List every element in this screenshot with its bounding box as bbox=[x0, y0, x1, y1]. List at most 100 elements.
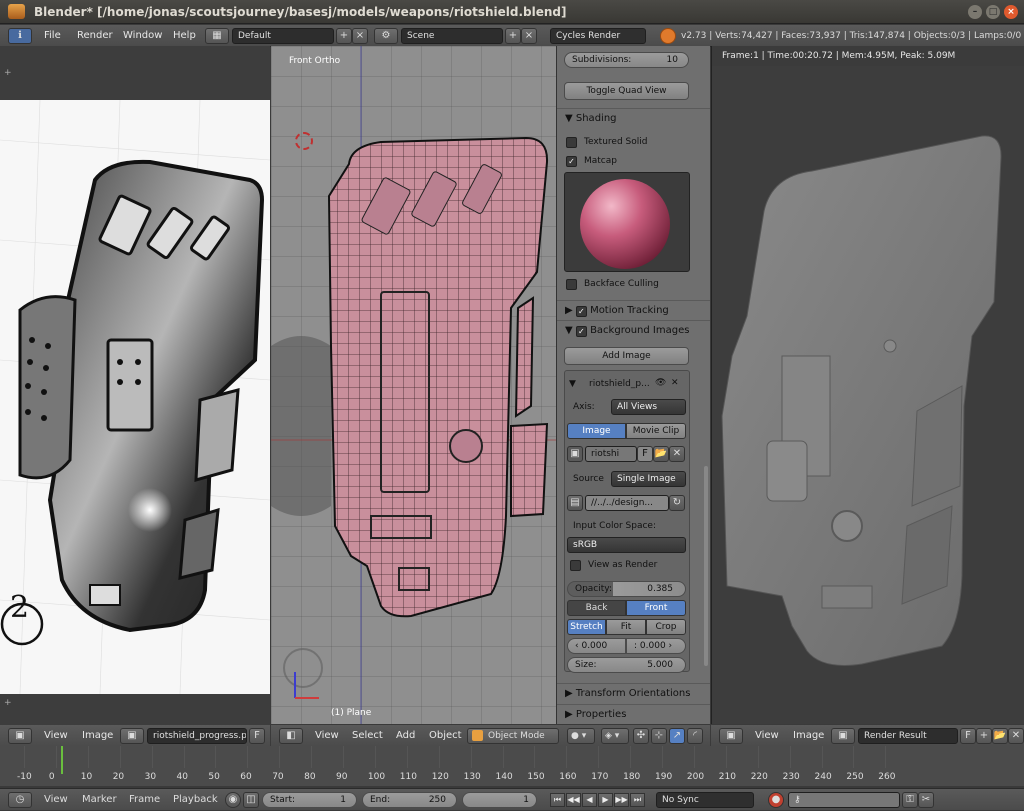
unlink-image-icon[interactable]: ✕ bbox=[1008, 728, 1024, 744]
mode-selector[interactable]: Object Mode bbox=[467, 728, 559, 744]
background-images-panel-header[interactable]: ▼ ✓ Background Images bbox=[557, 320, 710, 340]
motion-tracking-panel-header[interactable]: ▶ ✓ Motion Tracking bbox=[557, 300, 710, 320]
editor-type-icon[interactable]: ▣ bbox=[719, 728, 743, 744]
menu-frame[interactable]: Frame bbox=[129, 789, 160, 811]
menu-view[interactable]: View bbox=[315, 725, 339, 747]
keying-set-field[interactable]: ⚷ bbox=[788, 792, 900, 808]
menu-view[interactable]: View bbox=[755, 725, 779, 747]
add-layout-icon[interactable]: + bbox=[336, 28, 352, 44]
new-image-icon[interactable]: + bbox=[976, 728, 992, 744]
current-frame-indicator[interactable] bbox=[61, 746, 63, 774]
editor-type-icon[interactable]: ◷ bbox=[8, 792, 32, 808]
offset-y-field[interactable]: : 0.000 › bbox=[626, 638, 686, 654]
transform-axis-icon[interactable]: ⊹ bbox=[651, 728, 667, 744]
menu-select[interactable]: Select bbox=[352, 725, 383, 747]
textured-solid-checkbox[interactable] bbox=[566, 137, 577, 148]
back-button[interactable]: Back bbox=[567, 600, 626, 616]
jump-start-icon[interactable]: ⏮ bbox=[550, 793, 565, 807]
maximize-button[interactable]: □ bbox=[986, 5, 1000, 19]
image-name-field[interactable]: riotshield_progress.png bbox=[147, 728, 247, 744]
opacity-slider[interactable]: Opacity: 0.385 bbox=[567, 581, 686, 597]
shading-panel-header[interactable]: ▼ Shading bbox=[557, 108, 710, 128]
remove-scene-icon[interactable]: × bbox=[521, 28, 537, 44]
matcap-preview[interactable] bbox=[564, 172, 690, 272]
render-result-editor[interactable]: Frame:1 | Time:00:20.72 | Mem:4.95M, Pea… bbox=[711, 46, 1024, 724]
region-plus-icon[interactable]: + bbox=[4, 698, 12, 708]
menu-playback[interactable]: Playback bbox=[173, 789, 218, 811]
pivot-icon[interactable]: ◈ ▾ bbox=[601, 728, 629, 744]
fit-button[interactable]: Fit bbox=[606, 619, 646, 635]
fake-user-toggle[interactable]: F bbox=[637, 446, 653, 462]
image-browse-icon[interactable]: ▣ bbox=[120, 728, 144, 744]
render-result-field[interactable]: Render Result bbox=[858, 728, 958, 744]
background-images-checkbox[interactable]: ✓ bbox=[575, 326, 587, 337]
render-engine-selector[interactable]: Cycles Render bbox=[550, 28, 646, 44]
next-keyframe-icon[interactable]: ▶▶ bbox=[614, 793, 629, 807]
open-folder-icon[interactable]: 📂 bbox=[653, 446, 669, 462]
transform-orientations-panel-header[interactable]: ▶ Transform Orientations bbox=[557, 683, 710, 703]
add-image-button[interactable]: Add Image bbox=[564, 347, 689, 365]
remove-layout-icon[interactable]: × bbox=[352, 28, 368, 44]
shield-mesh[interactable] bbox=[271, 46, 556, 724]
3d-viewport[interactable]: Front Ortho (1) Plane bbox=[271, 46, 556, 724]
menu-image[interactable]: Image bbox=[82, 725, 113, 747]
subdivisions-field[interactable]: Subdivisions: 10 bbox=[564, 52, 689, 68]
shading-mode-icon[interactable]: ● ▾ bbox=[567, 728, 595, 744]
file-browse-icon[interactable]: ↻ bbox=[669, 495, 685, 511]
open-image-icon[interactable]: 📂 bbox=[992, 728, 1008, 744]
editor-type-icon[interactable]: ▣ bbox=[8, 728, 32, 744]
menu-marker[interactable]: Marker bbox=[82, 789, 117, 811]
menu-file[interactable]: File bbox=[44, 25, 61, 47]
rotate-icon[interactable]: ◜ bbox=[687, 728, 703, 744]
expand-icon[interactable]: ▼ bbox=[569, 379, 576, 389]
auto-keying-icon[interactable]: ● bbox=[768, 792, 784, 808]
color-space-selector[interactable]: sRGB bbox=[567, 537, 686, 553]
menu-add[interactable]: Add bbox=[396, 725, 415, 747]
crop-button[interactable]: Crop bbox=[646, 619, 686, 635]
image-browse-icon[interactable]: ▣ bbox=[831, 728, 855, 744]
layout-icon[interactable]: ▦ bbox=[205, 28, 229, 44]
motion-tracking-checkbox[interactable]: ✓ bbox=[575, 306, 587, 317]
record-status-icon[interactable]: ◉ bbox=[225, 792, 241, 808]
manipulator-icon[interactable]: ✣ bbox=[633, 728, 649, 744]
play-reverse-icon[interactable]: ◀ bbox=[582, 793, 597, 807]
insert-keyframe-icon[interactable]: ⚿ bbox=[902, 792, 918, 808]
sync-mode-selector[interactable]: No Sync bbox=[656, 792, 754, 808]
image-datablock-field[interactable]: riotshi bbox=[585, 446, 637, 462]
info-editor-type-icon[interactable]: ℹ bbox=[8, 28, 32, 44]
remove-bg-icon[interactable]: ✕ bbox=[671, 378, 679, 388]
prev-keyframe-icon[interactable]: ◀◀ bbox=[566, 793, 581, 807]
toggle-quad-view-button[interactable]: Toggle Quad View bbox=[564, 82, 689, 100]
filepath-field[interactable]: //../../design... bbox=[585, 495, 669, 511]
backface-culling-checkbox[interactable] bbox=[566, 279, 577, 290]
front-button[interactable]: Front bbox=[626, 600, 686, 616]
menu-view[interactable]: View bbox=[44, 725, 68, 747]
start-frame-field[interactable]: Start: 1 bbox=[262, 792, 357, 808]
menu-render[interactable]: Render bbox=[77, 25, 113, 47]
close-button[interactable]: × bbox=[1004, 5, 1018, 19]
eye-icon[interactable]: 👁 bbox=[655, 378, 666, 388]
menu-object[interactable]: Object bbox=[429, 725, 462, 747]
menu-view[interactable]: View bbox=[44, 789, 68, 811]
image-browse-icon[interactable]: ▣ bbox=[567, 446, 583, 462]
delete-keyframe-icon[interactable]: ✂ bbox=[918, 792, 934, 808]
scene-icon[interactable]: ⚙ bbox=[374, 28, 398, 44]
fake-user-toggle[interactable]: F bbox=[249, 728, 265, 744]
offset-x-field[interactable]: ‹ 0.000 bbox=[567, 638, 626, 654]
sidebar-scrollbar[interactable] bbox=[704, 466, 708, 666]
translate-icon[interactable]: ↗ bbox=[669, 728, 685, 744]
menu-window[interactable]: Window bbox=[123, 25, 162, 47]
layout-selector[interactable]: Default bbox=[232, 28, 334, 44]
current-frame-field[interactable]: 1 bbox=[462, 792, 537, 808]
stretch-button[interactable]: Stretch bbox=[567, 619, 606, 635]
image-editor-left[interactable]: + 2 + bbox=[0, 46, 270, 726]
scene-selector[interactable]: Scene bbox=[401, 28, 503, 44]
region-plus-icon[interactable]: + bbox=[4, 68, 12, 78]
source-selector[interactable]: Single Image bbox=[611, 471, 686, 487]
preview-range-icon[interactable]: ◫ bbox=[243, 792, 259, 808]
menu-help[interactable]: Help bbox=[173, 25, 196, 47]
timeline[interactable]: -10 0 10 20 30 40 50 60 70 80 90 100 110 120 130 140 150… bbox=[0, 746, 1024, 786]
minimize-button[interactable]: – bbox=[968, 5, 982, 19]
type-movie-clip-button[interactable]: Movie Clip bbox=[626, 423, 686, 439]
play-icon[interactable]: ▶ bbox=[598, 793, 613, 807]
